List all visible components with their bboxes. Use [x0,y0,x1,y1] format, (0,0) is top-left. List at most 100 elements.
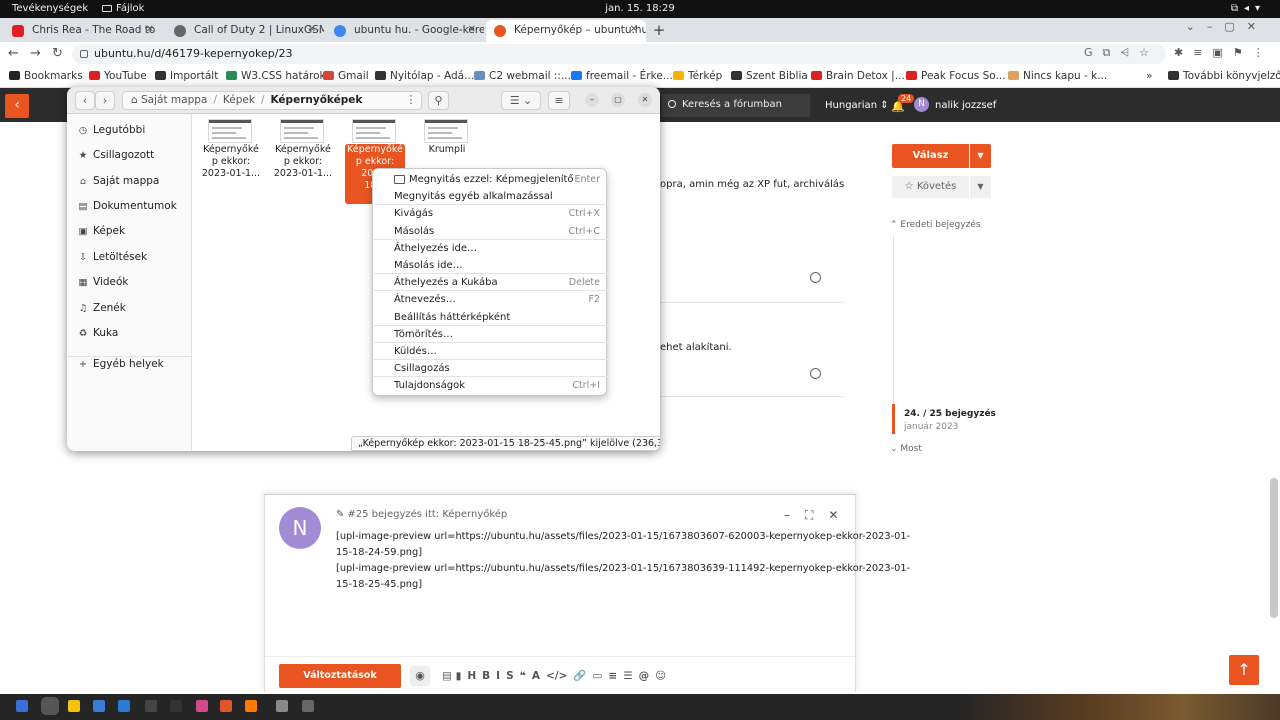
close-icon[interactable]: ✕ [146,24,154,35]
file-name[interactable]: Krumpli [417,144,477,156]
context-menu-item[interactable]: Tulajdonságok Ctrl+I [373,377,606,394]
dock-app-icon[interactable] [93,700,105,712]
context-menu-item[interactable]: Beállítás háttérképként [373,309,606,326]
sidebar-place-item[interactable]: ⇩ Letöltések [77,251,147,263]
dock-app-icon[interactable] [196,700,208,712]
dock-app-icon[interactable] [245,700,257,712]
maximize-icon[interactable]: ▢ [611,93,625,107]
dock-app-icon[interactable] [16,700,28,712]
bookmark-item[interactable]: Bookmarks [9,70,83,82]
sidebar-place-item[interactable]: ♫ Zenék [77,302,126,314]
bookmark-item[interactable]: Importált [155,70,218,82]
forum-search-input[interactable]: Keresés a fórumban [662,94,810,117]
bookmark-item[interactable]: C2 webmail ::... [474,70,571,82]
sidebar-place-item[interactable]: + Egyéb helyek [77,358,164,370]
chevron-down-icon[interactable]: ▼ [970,176,991,198]
activities-button[interactable]: Tevékenységek [12,3,88,14]
dock-app-icon[interactable] [302,700,314,712]
context-menu-item[interactable]: Áthelyezés ide… [373,240,606,257]
upload-icon[interactable]: ▤ ▮ [442,670,461,682]
context-menu-item[interactable]: Tömörítés… [373,326,606,343]
new-tab-button[interactable]: + [650,21,668,39]
system-tray[interactable]: ⧉◂▾ [1231,3,1266,14]
sidebar-place-item[interactable]: ⌂ Saját mappa [77,175,159,187]
bookmark-item[interactable]: Térkép [673,70,722,82]
timeline-track[interactable] [893,236,894,404]
bookmark-item[interactable]: Nyitólap - Adá... [375,70,474,82]
reaction-smile-icon[interactable] [810,272,821,283]
composer-text-line[interactable]: 15-18-24-59.png] [336,547,422,558]
context-menu-item[interactable]: Megnyitás egyéb alkalmazással [373,188,606,205]
close-icon[interactable]: ✕ [468,24,476,35]
dock-app-icon[interactable] [170,700,182,712]
page-scrollbar[interactable] [1270,478,1278,618]
breadcrumb[interactable]: ⌂ Saját mappa / Képek / Képernyőképek [122,91,422,110]
format-tool-icon[interactable]: ❝ [520,670,526,682]
composer-window-controls[interactable]: –⛶✕ [784,508,853,523]
format-tool-icon[interactable]: ≡ [608,670,617,682]
sidebar-place-item[interactable]: ◷ Legutóbbi [77,124,145,136]
bookmark-item[interactable]: W3.CSS határok [226,70,326,82]
bookmark-item[interactable]: Gmail [323,70,369,82]
view-toggle-button[interactable]: ☰ ⌄ [501,91,541,110]
bookmark-item[interactable]: Brain Detox |... [811,70,905,82]
format-tool-icon[interactable]: S [506,670,514,682]
scroll-to-top-icon[interactable]: ↑ [1229,655,1259,685]
dock-app-icon[interactable] [68,700,80,712]
close-icon[interactable]: ✕ [638,93,652,107]
bookmark-item[interactable]: Peak Focus So... [906,70,1006,82]
save-changes-button[interactable]: Változtatások mentése [279,664,401,705]
sidebar-place-item[interactable]: ♻ Kuka [77,327,119,339]
sidebar-place-item[interactable]: ▣ Képek [77,225,126,237]
context-menu-item[interactable]: Másolás ide… [373,257,606,274]
bookmark-item[interactable]: YouTube [89,70,147,82]
search-icon[interactable]: ⚲ [428,91,449,110]
reply-button[interactable]: Válasz [892,144,969,168]
language-select[interactable]: Hungarian ⇕ [825,100,889,111]
url-input[interactable]: ubuntu.hu/d/46179-kepernyokep/23 [72,44,1166,64]
format-tool-icon[interactable]: ▭ [592,670,602,682]
clock[interactable]: jan. 15. 18:29 [600,3,680,14]
files-app-menu[interactable]: Fájlok [102,3,144,14]
context-menu-item[interactable]: Átnevezés… F2 [373,291,606,308]
forward-arrow-icon[interactable]: → [30,46,41,61]
sidebar-place-item[interactable]: ▤ Dokumentumok [77,200,177,212]
bookmark-item[interactable]: freemail - Érke... [571,70,673,82]
dock-app-icon[interactable] [220,700,232,712]
format-tool-icon[interactable]: H [467,670,476,682]
username[interactable]: nalik jozzsef [935,100,996,111]
dock-app-icon[interactable] [276,700,288,712]
context-menu-item[interactable]: Kivágás Ctrl+X [373,205,606,222]
format-tool-icon[interactable]: </> [546,670,567,682]
file-thumbnail[interactable] [208,119,252,143]
bookmark-item[interactable]: További könyvjelzők [1168,70,1280,82]
reload-icon[interactable]: ↻ [52,46,63,61]
format-tool-icon[interactable]: A [532,670,540,682]
timeline-handle[interactable] [892,404,895,434]
format-tool-icon[interactable]: ☰ [623,670,632,682]
forward-arrow-icon[interactable]: › [95,91,115,110]
dock-app-icon[interactable] [41,697,59,715]
composer-text-line[interactable]: 15-18-25-45.png] [336,579,422,590]
file-thumbnail[interactable] [424,119,468,143]
context-menu-item[interactable]: Megnyitás ezzel: Képmegjelenítő Enter [373,171,606,188]
format-tool-icon[interactable]: ☺ [655,670,666,682]
format-tool-icon[interactable]: B [482,670,490,682]
tab-google-search[interactable]: ubuntu hu. - Google-keres ✕ [326,20,484,42]
back-chevron-icon[interactable]: ‹ [5,94,29,118]
context-menu-item[interactable]: Áthelyezés a Kukába Delete [373,274,606,291]
composer-text-line[interactable]: [upl-image-preview url=https://ubuntu.hu… [336,531,910,542]
dock-app-icon[interactable] [118,700,130,712]
composer-text-line[interactable]: [upl-image-preview url=https://ubuntu.hu… [336,563,910,574]
follow-button[interactable]: ☆ Követés [892,176,969,198]
browser-window-controls[interactable]: ⌄–▢✕ [1186,20,1268,33]
format-tool-icon[interactable]: I [496,670,500,682]
reaction-smile-icon[interactable] [810,368,821,379]
tab-call-of-duty[interactable]: Call of Duty 2 | LinuxGSM_ ✕ [166,20,324,42]
tab-ubuntu-hu[interactable]: Képernyőkép – ubuntu.hu ✕ [486,20,646,42]
bookmark-item[interactable]: Szent Biblia [731,70,808,82]
now-link[interactable]: ⌄ Most [890,444,922,454]
bookmark-item[interactable]: Nincs kapu - k... [1008,70,1107,82]
dock-app-icon[interactable] [145,700,157,712]
context-menu-item[interactable]: Csillagozás [373,360,606,377]
